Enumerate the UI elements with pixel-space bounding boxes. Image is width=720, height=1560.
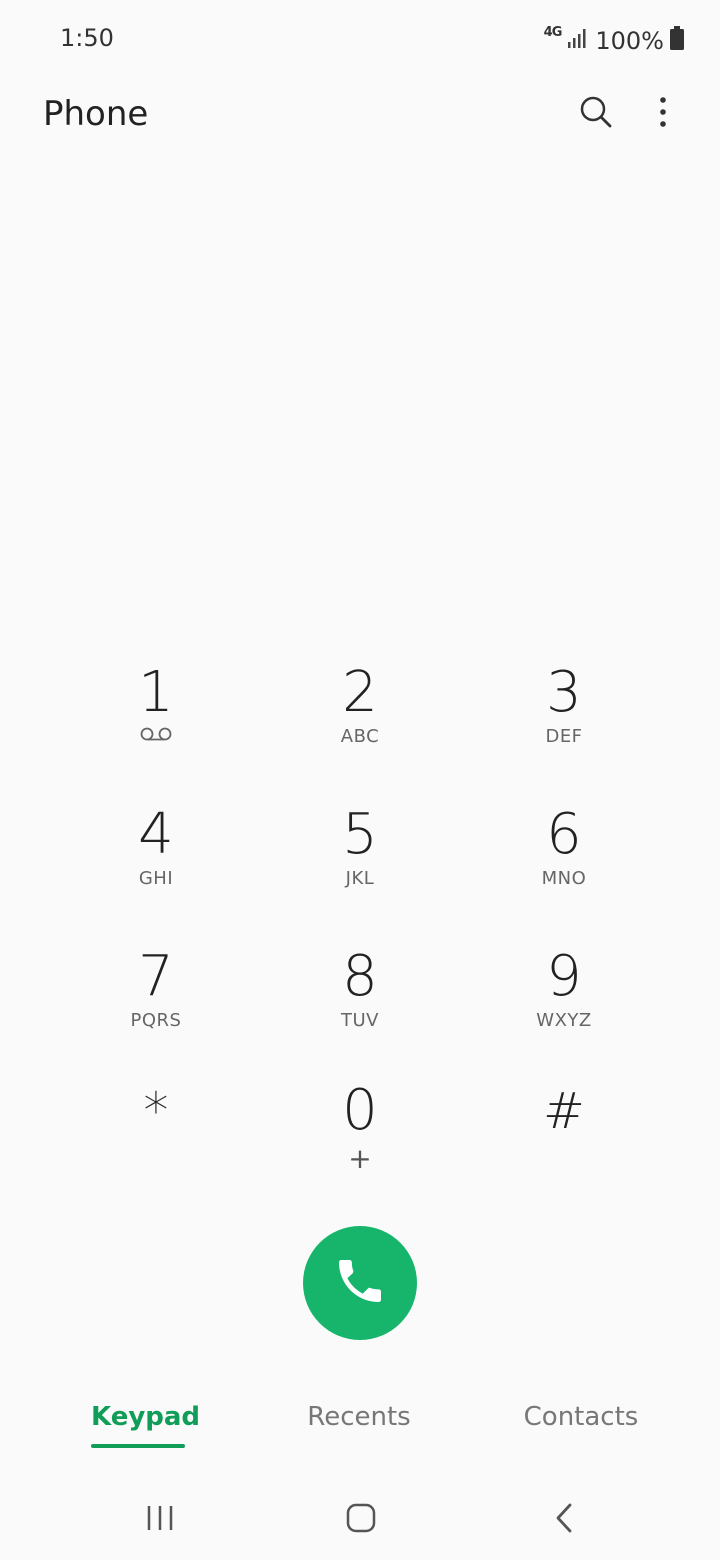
key-digit: 0 [342,1078,378,1143]
tab-keypad[interactable]: Keypad [91,1402,200,1432]
key-digit: # [543,1082,585,1140]
key-digit: 5 [342,802,378,867]
key-digit: 7 [138,944,174,1009]
recent-apps-button[interactable] [130,1496,190,1544]
key-digit: * [143,1082,169,1140]
page-title: Phone [43,94,149,134]
battery-percentage: 100% [595,26,664,55]
search-button[interactable] [568,86,624,142]
key-6[interactable]: 6 MNO [484,804,644,914]
status-icons: 4G 100% [543,25,684,55]
key-9[interactable]: 9 WXYZ [484,946,644,1056]
key-letters: TUV [341,1010,379,1031]
key-digit: 9 [546,944,582,1009]
active-tab-indicator [91,1444,185,1448]
key-4[interactable]: 4 GHI [76,804,236,914]
key-7[interactable]: 7 PQRS [76,946,236,1056]
key-letters: GHI [138,868,174,889]
key-letters: ABC [340,726,380,747]
key-hash[interactable]: # [484,1080,644,1190]
more-vert-icon [658,96,668,133]
key-letters: MNO [541,868,587,889]
tab-recents[interactable]: Recents [299,1402,419,1432]
more-options-button[interactable] [635,86,691,142]
back-icon [554,1503,574,1538]
back-button[interactable] [534,1496,594,1544]
key-digit: 1 [138,660,174,725]
key-letters: WXYZ [536,1010,592,1031]
key-digit: 6 [546,802,582,867]
signal-icon [567,27,589,54]
key-1[interactable]: 1 [76,662,236,772]
key-letters: PQRS [130,1010,182,1031]
phone-icon [332,1253,388,1314]
key-letters: DEF [545,726,583,747]
key-8[interactable]: 8 TUV [280,946,440,1056]
home-icon [346,1503,376,1538]
battery-icon [670,26,684,55]
voicemail-icon [139,726,173,747]
key-digit: 8 [342,944,378,1009]
home-button[interactable] [331,1496,391,1544]
key-plus: + [348,1142,372,1175]
key-digit: 4 [138,802,174,867]
key-letters: JKL [345,868,375,889]
key-0[interactable]: 0 + [280,1080,440,1190]
phone-dialer-screen: 1:50 4G 100% Phone 1 2 ABC 3 DEF 4 GHI 5… [0,0,720,1560]
key-2[interactable]: 2 ABC [280,662,440,772]
key-star[interactable]: * [76,1080,236,1190]
key-digit: 3 [546,660,582,725]
network-type: 4G [543,25,563,40]
key-3[interactable]: 3 DEF [484,662,644,772]
search-icon [579,95,613,134]
key-digit: 2 [342,660,378,725]
tab-contacts[interactable]: Contacts [514,1402,648,1432]
recent-apps-icon [145,1504,175,1537]
key-5[interactable]: 5 JKL [280,804,440,914]
status-time: 1:50 [60,24,114,52]
call-button[interactable] [303,1226,417,1340]
